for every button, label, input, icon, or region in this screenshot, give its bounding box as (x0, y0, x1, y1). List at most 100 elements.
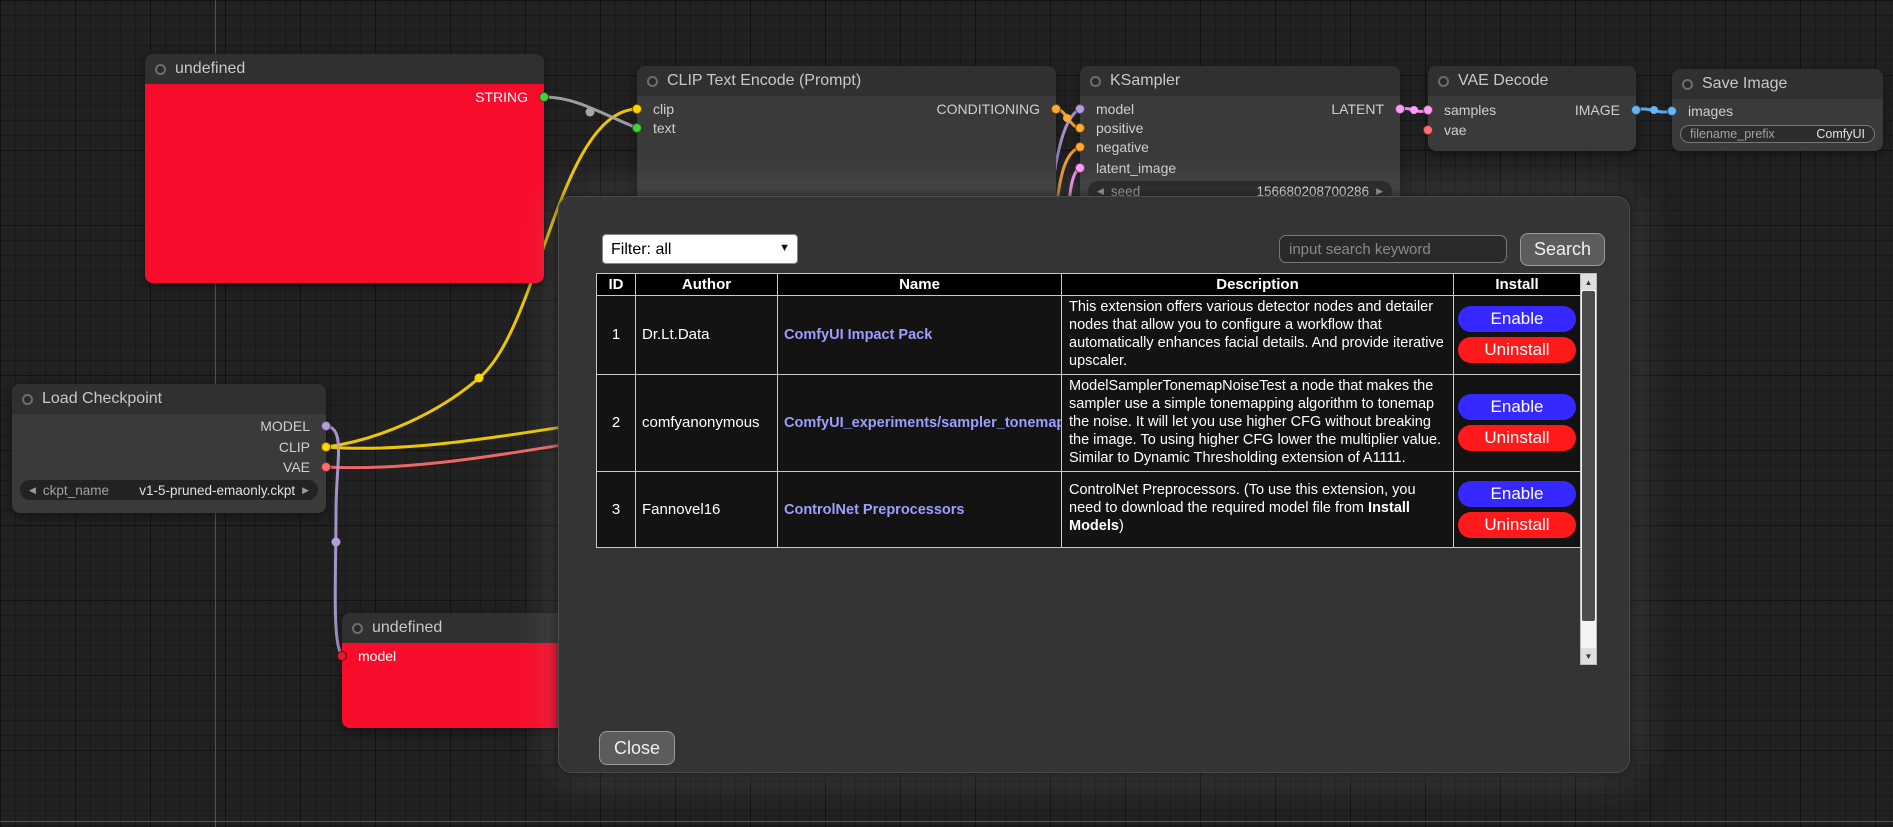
node-title: CLIP Text Encode (Prompt) (667, 72, 861, 90)
node-title: Save Image (1702, 75, 1787, 93)
conditioning-port-dot[interactable] (1075, 142, 1085, 152)
collapse-dot-icon[interactable] (1090, 76, 1101, 87)
input-port-latent-image: latent_image (1080, 159, 1400, 177)
string-port-dot[interactable] (632, 123, 642, 133)
model-port-dot[interactable] (321, 421, 331, 431)
node-title: undefined (372, 619, 442, 637)
custom-nodes-dialog: Filter: all ▼ Search ID Author Name Desc… (558, 196, 1630, 773)
node-title: KSampler (1110, 72, 1180, 90)
node-vae-decode[interactable]: VAE Decode samples vae IMAGE (1428, 66, 1636, 151)
link-dot-clip (475, 374, 484, 383)
enable-button[interactable]: Enable (1458, 306, 1576, 332)
header-name: Name (778, 274, 1062, 296)
wire-string-to-text (544, 97, 637, 128)
conditioning-port-dot[interactable] (1075, 123, 1085, 133)
collapse-dot-icon[interactable] (1438, 76, 1449, 87)
cell-name: ControlNet Preprocessors (778, 471, 1062, 547)
link-dot-latent (1410, 106, 1418, 114)
header-author: Author (636, 274, 778, 296)
latent-port-dot[interactable] (1395, 104, 1405, 114)
close-button[interactable]: Close (599, 731, 675, 765)
node-body: MODEL CLIP VAE ◀ ckpt_name v1-5-pruned-e… (12, 414, 326, 513)
decrement-icon[interactable]: ◀ (1097, 187, 1104, 196)
collapse-dot-icon[interactable] (352, 623, 363, 634)
uninstall-button[interactable]: Uninstall (1458, 337, 1576, 363)
output-port-clip: CLIP (12, 438, 326, 456)
cell-description: ControlNet Preprocessors. (To use this e… (1062, 471, 1454, 547)
uninstall-button[interactable]: Uninstall (1458, 425, 1576, 451)
table-scrollbar[interactable]: ▲ ▼ (1580, 273, 1597, 665)
cell-id: 3 (597, 471, 636, 547)
node-title: undefined (175, 60, 245, 78)
node-save-image[interactable]: Save Image images filename_prefix ComfyU… (1672, 69, 1883, 151)
extensions-table-area: ID Author Name Description Install 1 Dr.… (596, 273, 1580, 548)
node-load-checkpoint[interactable]: Load Checkpoint MODEL CLIP VAE ◀ ckpt_na… (12, 384, 326, 513)
cell-author: comfyanonymous (636, 374, 778, 471)
node-undefined-top[interactable]: undefined STRING (145, 54, 544, 283)
cell-install: Enable Uninstall (1454, 471, 1581, 547)
cell-description: ModelSamplerTonemapNoiseTest a node that… (1062, 374, 1454, 471)
enable-button[interactable]: Enable (1458, 481, 1576, 507)
filter-select[interactable]: Filter: all (602, 234, 798, 264)
collapse-dot-icon[interactable] (22, 394, 33, 405)
model-port-dot[interactable] (337, 651, 347, 661)
extension-link[interactable]: ComfyUI_experiments/sampler_tonemap (784, 415, 1062, 431)
collapse-dot-icon[interactable] (647, 76, 658, 87)
table-header-row: ID Author Name Description Install (597, 274, 1581, 296)
cell-install: Enable Uninstall (1454, 374, 1581, 471)
output-port-conditioning: CONDITIONING (637, 100, 1056, 118)
node-body: samples vae IMAGE (1428, 96, 1636, 151)
increment-icon[interactable]: ▶ (1376, 187, 1383, 196)
extension-link[interactable]: ControlNet Preprocessors (784, 502, 965, 518)
image-port-dot[interactable] (1631, 105, 1641, 115)
output-port-latent: LATENT (1080, 100, 1400, 118)
link-dot-conditioning (1063, 114, 1071, 122)
decrement-icon[interactable]: ◀ (29, 486, 36, 495)
search-input[interactable] (1279, 235, 1507, 263)
node-title-bar: undefined (145, 54, 544, 84)
input-port-positive: positive (1080, 119, 1400, 137)
increment-icon[interactable]: ▶ (302, 486, 309, 495)
canvas-axis-horizontal (0, 821, 1893, 822)
input-port-vae: vae (1428, 121, 1636, 139)
input-port-negative: negative (1080, 138, 1400, 156)
table-row: 3 Fannovel16 ControlNet Preprocessors Co… (597, 471, 1581, 547)
link-dot-string (586, 108, 595, 117)
string-port-dot[interactable] (539, 92, 549, 102)
vae-port-dot[interactable] (1423, 125, 1433, 135)
node-body: STRING (145, 84, 544, 283)
filename-prefix-widget[interactable]: filename_prefix ComfyUI (1680, 125, 1875, 143)
scroll-down-icon[interactable]: ▼ (1581, 648, 1596, 664)
image-port-dot[interactable] (1667, 106, 1677, 116)
latent-port-dot[interactable] (1075, 163, 1085, 173)
cell-description: This extension offers various detector n… (1062, 296, 1454, 375)
ckpt-name-widget[interactable]: ◀ ckpt_name v1-5-pruned-emaonly.ckpt ▶ (20, 480, 318, 500)
filter-select-wrap: Filter: all ▼ (602, 234, 798, 264)
extension-link[interactable]: ComfyUI Impact Pack (784, 327, 932, 343)
input-port-text: text (637, 119, 1056, 137)
output-port-string: STRING (145, 88, 544, 106)
node-title-bar: VAE Decode (1428, 66, 1636, 96)
scrollbar-thumb[interactable] (1582, 291, 1595, 621)
collapse-dot-icon[interactable] (1682, 79, 1693, 90)
node-title-bar: KSampler (1080, 66, 1400, 96)
cell-name: ComfyUI_experiments/sampler_tonemap (778, 374, 1062, 471)
vae-port-dot[interactable] (321, 462, 331, 472)
node-title-bar: CLIP Text Encode (Prompt) (637, 66, 1056, 96)
conditioning-port-dot[interactable] (1051, 104, 1061, 114)
input-port-images: images (1672, 102, 1883, 120)
cell-id: 1 (597, 296, 636, 375)
uninstall-button[interactable]: Uninstall (1458, 512, 1576, 538)
clip-port-dot[interactable] (321, 442, 331, 452)
output-port-image: IMAGE (1428, 101, 1636, 119)
collapse-dot-icon[interactable] (155, 64, 166, 75)
scroll-up-icon[interactable]: ▲ (1581, 274, 1596, 290)
cell-id: 2 (597, 374, 636, 471)
enable-button[interactable]: Enable (1458, 394, 1576, 420)
node-title-bar: Load Checkpoint (12, 384, 326, 414)
search-button[interactable]: Search (1520, 233, 1605, 266)
link-dot-model (332, 538, 341, 547)
node-title-bar: Save Image (1672, 69, 1883, 99)
table-row: 1 Dr.Lt.Data ComfyUI Impact Pack This ex… (597, 296, 1581, 375)
output-port-vae: VAE (12, 458, 326, 476)
